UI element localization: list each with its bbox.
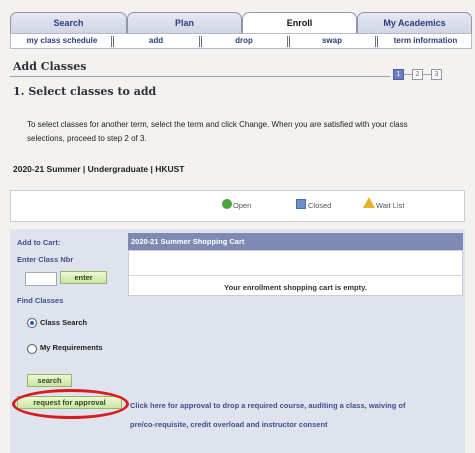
step-connector — [423, 74, 431, 75]
subnav-separator — [111, 36, 114, 47]
subnav-my-class-schedule[interactable]: my class schedule — [13, 34, 111, 48]
step-2: 2 — [412, 69, 423, 80]
legend-open-label: Open — [233, 201, 252, 210]
add-to-cart-title: Add to Cart: — [17, 238, 61, 247]
subnav-drop[interactable]: drop — [204, 34, 284, 48]
step-1: 1 — [393, 69, 404, 80]
subnav-add[interactable]: add — [116, 34, 196, 48]
title-divider — [10, 76, 390, 77]
instructions-text: To select classes for another term, sele… — [27, 120, 408, 143]
subnav-swap[interactable]: swap — [292, 34, 372, 48]
tab-enroll[interactable]: Enroll — [242, 12, 357, 34]
closed-status-icon — [296, 199, 306, 209]
section-title: 1. Select classes to add — [13, 85, 157, 98]
approval-description[interactable]: Click here for approval to drop a requir… — [130, 396, 430, 434]
find-classes-label: Find Classes — [17, 296, 64, 305]
my-requirements-radio[interactable] — [27, 344, 37, 354]
step-connector — [404, 74, 412, 75]
class-search-radio[interactable] — [27, 318, 37, 328]
open-status-icon — [222, 199, 232, 209]
page-title: Add Classes — [13, 60, 87, 73]
enter-button[interactable]: enter — [60, 271, 107, 284]
subnav-separator — [287, 36, 290, 47]
legend-wait-list-label: Wait List — [376, 201, 405, 210]
term-label: 2020-21 Summer | Undergraduate | HKUST — [13, 164, 185, 174]
legend-closed-label: Closed — [308, 201, 332, 210]
step-indicator: 1 2 3 — [393, 69, 453, 81]
subnav-term-information[interactable]: term information — [380, 34, 471, 48]
enter-class-nbr-label: Enter Class Nbr — [17, 255, 74, 264]
cart-row-divider — [128, 275, 463, 276]
sub-navigation: my class schedule add drop swap term inf… — [10, 33, 472, 49]
main-tabs: Search Plan Enroll My Academics — [10, 12, 472, 34]
subnav-separator — [375, 36, 378, 47]
shopping-cart-header: 2020-21 Summer Shopping Cart — [128, 233, 463, 250]
search-button[interactable]: search — [27, 374, 72, 387]
tab-search[interactable]: Search — [10, 12, 127, 34]
tab-plan[interactable]: Plan — [127, 12, 242, 34]
cart-empty-message: Your enrollment shopping cart is empty. — [224, 283, 367, 292]
highlight-circle — [12, 389, 129, 419]
wait-list-icon — [363, 197, 375, 208]
class-number-input[interactable] — [25, 272, 57, 286]
class-search-label: Class Search — [40, 318, 88, 327]
subnav-separator — [199, 36, 202, 47]
tab-my-academics[interactable]: My Academics — [357, 12, 472, 34]
step-3: 3 — [431, 69, 442, 80]
my-requirements-label: My Requirements — [40, 343, 103, 352]
